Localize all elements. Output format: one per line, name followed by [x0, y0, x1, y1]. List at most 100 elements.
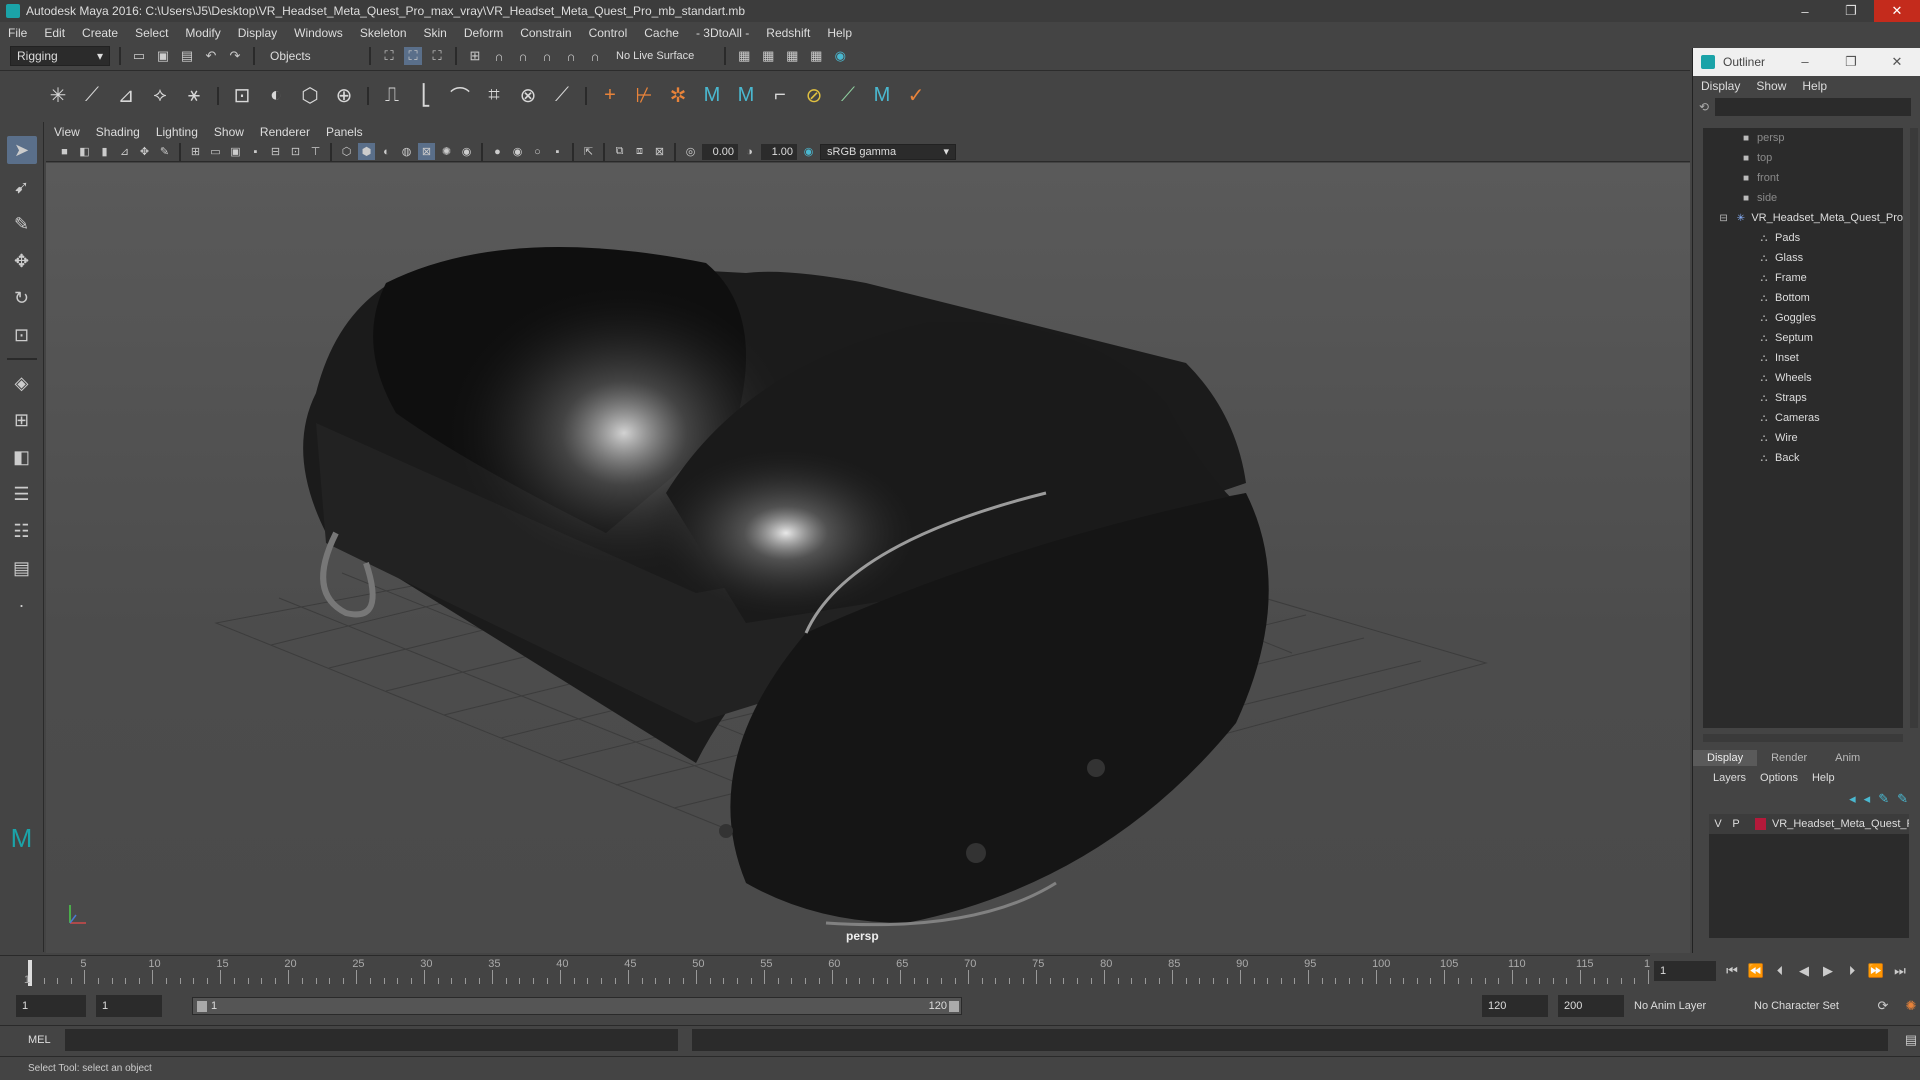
smooth-skin-icon[interactable]: ⎣: [412, 82, 440, 110]
snap-curve-icon[interactable]: ∩: [490, 47, 508, 65]
paint-select-icon[interactable]: ✎: [7, 210, 37, 238]
maya-script-icon[interactable]: M: [868, 82, 896, 110]
playback-start-field[interactable]: 1: [96, 995, 162, 1017]
menu-constrain[interactable]: Constrain: [520, 26, 571, 40]
frame-all-icon[interactable]: ⊠: [651, 143, 668, 160]
menu-deform[interactable]: Deform: [464, 26, 503, 40]
outliner-child-septum[interactable]: ⛬ Septum: [1703, 328, 1903, 348]
copy-weights-icon[interactable]: ⟋: [548, 82, 576, 110]
smooth-shade-icon[interactable]: ⬢: [358, 143, 375, 160]
move-tool-icon[interactable]: ✥: [7, 247, 37, 275]
outliner-child-cameras[interactable]: ⛬ Cameras: [1703, 408, 1903, 428]
two-pane-icon[interactable]: ◧: [7, 443, 37, 471]
step-back-key-icon[interactable]: ⏴: [1772, 962, 1788, 980]
new-scene-icon[interactable]: ▭: [130, 47, 148, 65]
detach-skin-icon[interactable]: ⌗: [480, 82, 508, 110]
select-object-icon[interactable]: ⛶: [404, 47, 422, 65]
point-constraint-icon[interactable]: +: [596, 82, 624, 110]
lasso-tool-icon[interactable]: ➹: [7, 173, 37, 201]
shadows-icon[interactable]: ✺: [438, 143, 455, 160]
safe-action-icon[interactable]: ⊡: [287, 143, 304, 160]
select-hierarchy-icon[interactable]: ⛶: [380, 47, 398, 65]
new-layer-selected-icon[interactable]: ✎: [1897, 791, 1908, 807]
step-back-frame-icon[interactable]: ⏪: [1748, 962, 1764, 980]
layout-pane-icon[interactable]: ▤: [7, 554, 37, 582]
blend-shape-icon[interactable]: ⟋: [834, 82, 862, 110]
grease-pencil-icon[interactable]: ✎: [156, 143, 173, 160]
outliner-menu-display[interactable]: Display: [1701, 79, 1740, 93]
outliner-child-inset[interactable]: ⛬ Inset: [1703, 348, 1903, 368]
layer-row[interactable]: V P VR_Headset_Meta_Quest_Pro: [1709, 814, 1909, 834]
outliner-menu-show[interactable]: Show: [1756, 79, 1786, 93]
snap-grid-icon[interactable]: ⊞: [466, 47, 484, 65]
viewport-menu-shading[interactable]: Shading: [96, 125, 140, 139]
menu-modify[interactable]: Modify: [185, 26, 220, 40]
command-input[interactable]: [64, 1028, 679, 1051]
menu-select[interactable]: Select: [135, 26, 168, 40]
viewport-menu-panels[interactable]: Panels: [326, 125, 363, 139]
menu-skeleton[interactable]: Skeleton: [360, 26, 407, 40]
minimize-button[interactable]: –: [1782, 54, 1828, 70]
single-pane-icon[interactable]: ◈: [7, 369, 37, 397]
gamma-icon[interactable]: ◑: [741, 143, 758, 160]
live-surface-label[interactable]: No Live Surface: [616, 50, 694, 62]
outliner-camera-top[interactable]: ■ top: [1703, 148, 1903, 168]
camera-attributes-icon[interactable]: ◧: [76, 143, 93, 160]
outliner-camera-front[interactable]: ■ front: [1703, 168, 1903, 188]
step-forward-frame-icon[interactable]: ⏩: [1868, 962, 1884, 980]
lattice-icon[interactable]: ◐: [262, 82, 290, 110]
outliner-child-frame[interactable]: ⛬ Frame: [1703, 268, 1903, 288]
image-plane-icon[interactable]: ⊿: [116, 143, 133, 160]
wrap-icon[interactable]: ⬡: [296, 82, 324, 110]
collapse-icon[interactable]: ⊟: [1717, 213, 1730, 224]
blank-shelf-icon[interactable]: ⌐: [766, 82, 794, 110]
auto-key-icon[interactable]: ⟳: [1874, 997, 1892, 1015]
default-material-icon[interactable]: ◐: [378, 143, 395, 160]
xray-components-icon[interactable]: ⧈: [631, 143, 648, 160]
film-gate-icon[interactable]: ▭: [207, 143, 224, 160]
xray-icon[interactable]: ⇱: [580, 143, 597, 160]
skeleton-icon[interactable]: ⚹: [180, 82, 208, 110]
play-backwards-icon[interactable]: ◀: [1796, 962, 1812, 980]
maximize-button[interactable]: ❐: [1828, 54, 1874, 70]
step-forward-key-icon[interactable]: ⏵: [1844, 962, 1860, 980]
layer-menu-help[interactable]: Help: [1812, 772, 1835, 784]
move-layer-up-icon[interactable]: ◂: [1849, 791, 1856, 807]
menu-edit[interactable]: Edit: [44, 26, 65, 40]
undo-icon[interactable]: ↶: [202, 47, 220, 65]
redo-icon[interactable]: ↷: [226, 47, 244, 65]
outliner-root-node[interactable]: ⊟ ✳ VR_Headset_Meta_Quest_Pro: [1703, 208, 1903, 228]
command-language-label[interactable]: MEL: [28, 1034, 51, 1046]
tab-anim[interactable]: Anim: [1821, 750, 1874, 766]
motion-blur-icon[interactable]: ●: [489, 143, 506, 160]
select-component-icon[interactable]: ⛶: [428, 47, 446, 65]
ipr-render-icon[interactable]: ▦: [783, 47, 801, 65]
gamma-field[interactable]: 1.00: [761, 143, 797, 160]
script-editor-icon[interactable]: ▤: [1902, 1031, 1920, 1049]
render-view-icon[interactable]: ▦: [735, 47, 753, 65]
play-forwards-icon[interactable]: ▶: [1820, 962, 1836, 980]
outliner-search-input[interactable]: [1715, 98, 1912, 116]
anim-layer-dropdown[interactable]: No Anim Layer: [1634, 1000, 1744, 1012]
outliner-child-wire[interactable]: ⛬ Wire: [1703, 428, 1903, 448]
hik-icon[interactable]: M: [698, 82, 726, 110]
select-tool-icon[interactable]: ➤: [6, 136, 37, 164]
range-slider[interactable]: 1 120: [192, 997, 962, 1015]
tab-render[interactable]: Render: [1757, 750, 1821, 766]
close-button[interactable]: ✕: [1874, 0, 1920, 22]
outliner-child-glass[interactable]: ⛬ Glass: [1703, 248, 1903, 268]
ik-handle-icon[interactable]: ⊿: [112, 82, 140, 110]
exposure-field[interactable]: 0.00: [702, 143, 738, 160]
snap-surface-icon[interactable]: ∩: [562, 47, 580, 65]
outliner-menu-help[interactable]: Help: [1802, 79, 1827, 93]
viewport-menu-renderer[interactable]: Renderer: [260, 125, 310, 139]
depth-of-field-icon[interactable]: ○: [529, 143, 546, 160]
restore-button[interactable]: ❐: [1828, 0, 1874, 22]
render-settings-icon[interactable]: ▦: [807, 47, 825, 65]
wireframe-icon[interactable]: ⬡: [338, 143, 355, 160]
camera-icon[interactable]: ■: [56, 143, 73, 160]
viewport-menu-lighting[interactable]: Lighting: [156, 125, 198, 139]
snap-point-icon[interactable]: ∩: [514, 47, 532, 65]
gate-mask-icon[interactable]: ▪: [247, 143, 264, 160]
layer-color-swatch[interactable]: [1755, 818, 1766, 830]
